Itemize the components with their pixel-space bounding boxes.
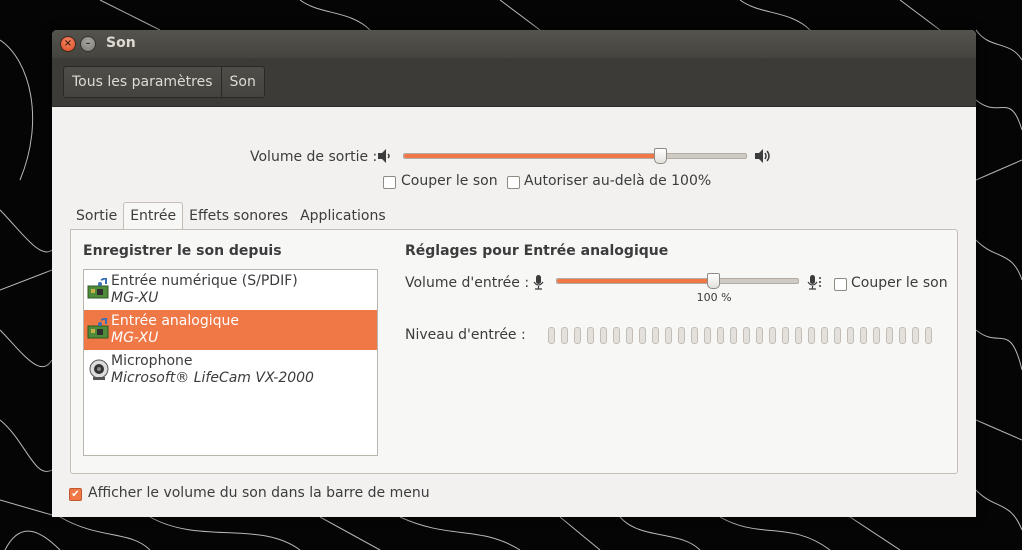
level-segment — [808, 327, 815, 344]
level-segment — [756, 327, 763, 344]
sound-settings-window: × – Son Tous les paramètres Son Volume d… — [52, 30, 976, 517]
check-icon: ✔ — [71, 489, 80, 500]
level-segment — [704, 327, 711, 344]
device-card: MG-XU — [111, 290, 159, 306]
tab-output[interactable]: Sortie — [70, 203, 123, 229]
output-mute-label: Couper le son — [401, 173, 498, 189]
show-volume-in-menu-label: Afficher le volume du son dans la barre … — [88, 485, 430, 501]
device-row-analog[interactable]: Entrée analogique MG-XU — [84, 310, 377, 350]
level-segment — [691, 327, 698, 344]
device-row-microphone[interactable]: Microphone Microsoft® LifeCam VX-2000 — [84, 350, 377, 390]
level-segment — [587, 327, 594, 344]
level-segment — [847, 327, 854, 344]
input-volume-fill — [557, 279, 714, 283]
device-name: Entrée analogique — [111, 313, 239, 329]
input-settings-title: Réglages pour Entrée analogique — [405, 243, 669, 259]
level-segment — [873, 327, 880, 344]
minimize-button[interactable]: – — [80, 36, 96, 52]
breadcrumb-sound[interactable]: Son — [222, 67, 264, 97]
level-segment — [782, 327, 789, 344]
record-from-title: Enregistrer le son depuis — [83, 243, 282, 259]
show-volume-in-menu-checkbox[interactable]: ✔ — [69, 488, 82, 501]
sound-card-icon — [87, 318, 109, 339]
input-volume-slider[interactable] — [556, 278, 799, 284]
input-device-list: Entrée numérique (S/PDIF) MG-XU Entrée a… — [83, 269, 378, 456]
webcam-icon — [89, 359, 109, 380]
level-segment — [821, 327, 828, 344]
level-segment — [613, 327, 620, 344]
level-segment — [769, 327, 776, 344]
output-volume-fill — [404, 154, 661, 158]
tab-applications[interactable]: Applications — [294, 203, 392, 229]
level-segment — [795, 327, 802, 344]
minimize-icon: – — [85, 38, 91, 49]
device-card: Microsoft® LifeCam VX-2000 — [111, 370, 314, 386]
tab-bar: Sortie Entrée Effets sonores Application… — [70, 202, 392, 229]
window-title: Son — [106, 35, 136, 51]
input-volume-label: Volume d'entrée : — [405, 275, 530, 291]
microphone-high-icon — [807, 275, 821, 290]
level-segment — [717, 327, 724, 344]
level-segment — [730, 327, 737, 344]
level-segment — [678, 327, 685, 344]
level-segment — [600, 327, 607, 344]
toolbar: Tous les paramètres Son — [52, 58, 976, 107]
level-segment — [626, 327, 633, 344]
level-segment — [665, 327, 672, 344]
level-segment — [886, 327, 893, 344]
device-name: Microphone — [111, 353, 193, 369]
device-row-digital[interactable]: Entrée numérique (S/PDIF) MG-XU — [84, 270, 377, 310]
level-segment — [652, 327, 659, 344]
level-segment — [860, 327, 867, 344]
device-name: Entrée numérique (S/PDIF) — [111, 273, 298, 289]
breadcrumb-all-settings[interactable]: Tous les paramètres — [64, 67, 222, 97]
title-bar: × – Son — [52, 30, 976, 58]
device-card: MG-XU — [111, 330, 159, 346]
output-mute-checkbox[interactable] — [383, 176, 396, 189]
speaker-low-icon — [378, 149, 390, 163]
output-volume-slider[interactable] — [403, 153, 747, 159]
level-segment — [639, 327, 646, 344]
level-segment — [743, 327, 750, 344]
input-panel: Enregistrer le son depuis Entrée numériq… — [70, 229, 958, 474]
allow-overamplify-checkbox[interactable] — [507, 176, 520, 189]
input-mute-label: Couper le son — [851, 275, 948, 291]
speaker-high-icon — [755, 149, 770, 163]
input-mute-checkbox[interactable] — [834, 278, 847, 291]
microphone-low-icon — [533, 275, 544, 290]
output-volume-label: Volume de sortie : — [250, 149, 378, 165]
level-segment — [899, 327, 906, 344]
input-volume-percent: 100 % — [696, 291, 732, 304]
output-volume-handle[interactable] — [653, 148, 667, 164]
close-button[interactable]: × — [60, 36, 76, 52]
level-segment — [834, 327, 841, 344]
breadcrumb: Tous les paramètres Son — [63, 66, 265, 98]
level-segment — [574, 327, 581, 344]
input-level-label: Niveau d'entrée : — [405, 327, 526, 343]
level-segment — [561, 327, 568, 344]
sound-card-icon — [87, 278, 109, 299]
level-segment — [548, 327, 555, 344]
close-icon: × — [63, 38, 73, 49]
input-volume-handle[interactable] — [706, 273, 720, 289]
allow-overamplify-label: Autoriser au-delà de 100% — [524, 173, 712, 189]
tab-input[interactable]: Entrée — [123, 202, 184, 229]
level-segment — [912, 327, 919, 344]
level-segment — [925, 327, 932, 344]
tab-sound-effects[interactable]: Effets sonores — [183, 203, 294, 229]
